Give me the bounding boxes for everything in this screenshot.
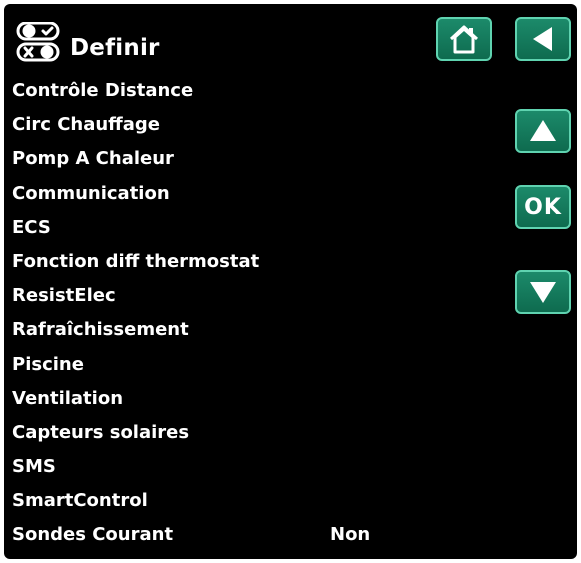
settings-toggle-icon — [16, 22, 60, 62]
menu-item-label: Contrôle Distance — [12, 80, 194, 101]
menu-item-label: ECS — [12, 216, 51, 238]
back-button[interactable] — [515, 17, 571, 61]
menu-item-rafraichissement[interactable]: Rafraîchissement — [12, 313, 452, 347]
menu-item-controle-distance[interactable]: Contrôle Distance — [12, 74, 452, 108]
menu-item-sms[interactable]: SMS — [12, 450, 452, 484]
back-arrow-icon — [533, 27, 552, 51]
scroll-down-button[interactable] — [515, 270, 571, 314]
menu-item-label: Rafraîchissement — [12, 319, 189, 341]
menu-item-circ-chauffage[interactable]: Circ Chauffage — [12, 108, 452, 142]
menu-item-ecs[interactable]: ECS — [12, 211, 452, 245]
menu-item-smartcontrol[interactable]: SmartControl — [12, 484, 452, 518]
menu-item-label: Piscine — [12, 353, 84, 375]
menu-item-pomp-a-chaleur[interactable]: Pomp A Chaleur — [12, 142, 452, 176]
menu-item-label: Fonction diff thermostat — [12, 250, 260, 272]
menu-item-sondes-courant[interactable]: Sondes Courant Non — [12, 518, 452, 552]
menu-item-label: ResistElec — [12, 285, 116, 307]
menu-item-capteurs-solaires[interactable]: Capteurs solaires — [12, 416, 452, 450]
ok-label: OK — [524, 194, 562, 220]
screen: Definir OK Contrôle Distance Circ Chauff… — [0, 0, 581, 563]
ok-button[interactable]: OK — [515, 185, 571, 229]
menu-item-label: Ventilation — [12, 387, 124, 409]
up-arrow-icon — [530, 120, 556, 141]
menu-item-value: Non — [330, 524, 371, 546]
menu-item-fonction-diff-thermostat[interactable]: Fonction diff thermostat — [12, 245, 452, 279]
menu-item-label: Circ Chauffage — [12, 114, 160, 136]
menu-item-label: SmartControl — [12, 490, 148, 512]
menu-item-label: Communication — [12, 182, 170, 204]
settings-menu: Contrôle Distance Circ Chauffage Pomp A … — [12, 74, 452, 553]
menu-item-label: Pomp A Chaleur — [12, 148, 174, 170]
menu-item-label: Sondes Courant — [12, 524, 174, 546]
menu-item-label: SMS — [12, 456, 56, 478]
home-button[interactable] — [436, 17, 492, 61]
menu-item-ventilation[interactable]: Ventilation — [12, 382, 452, 416]
scroll-up-button[interactable] — [515, 109, 571, 153]
menu-item-resistelec[interactable]: ResistElec — [12, 279, 452, 313]
home-icon — [449, 25, 479, 54]
page-title: Definir — [70, 35, 160, 61]
menu-item-label: Capteurs solaires — [12, 421, 190, 443]
down-arrow-icon — [530, 282, 556, 303]
menu-item-communication[interactable]: Communication — [12, 177, 452, 211]
menu-item-piscine[interactable]: Piscine — [12, 348, 452, 382]
